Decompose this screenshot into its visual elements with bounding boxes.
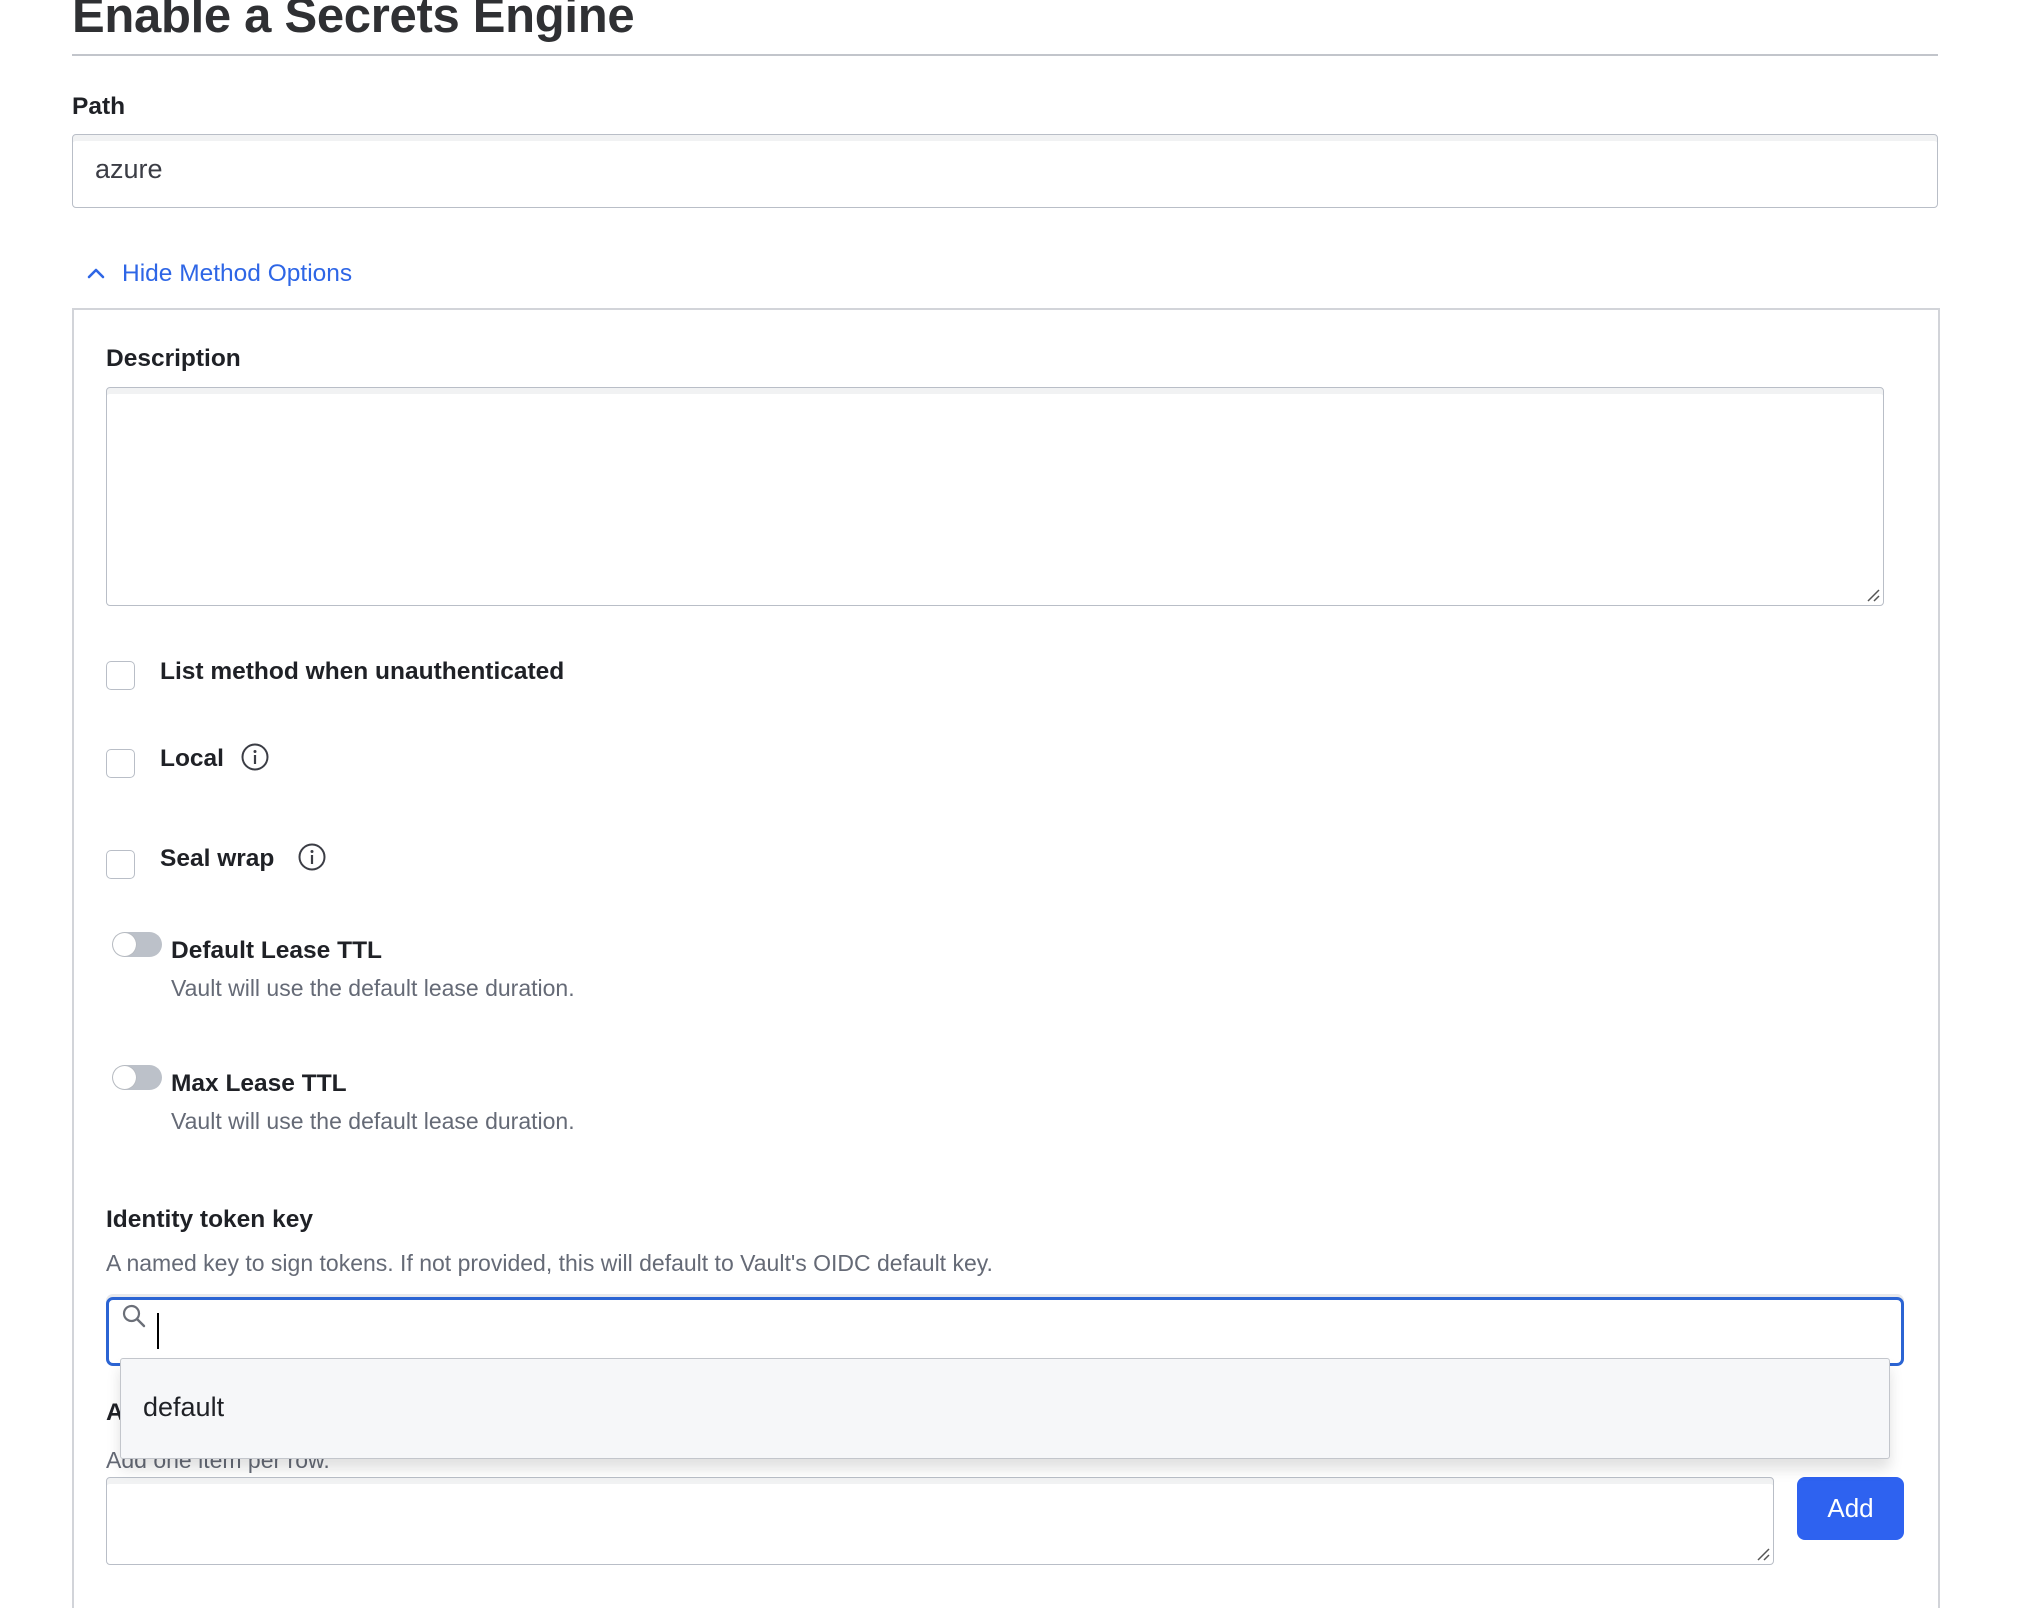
description-textarea[interactable] [106, 387, 1884, 606]
list-item-textarea[interactable] [106, 1477, 1774, 1565]
info-icon[interactable] [240, 742, 270, 772]
identity-token-key-search-input[interactable] [106, 1297, 1904, 1366]
max-lease-ttl-toggle[interactable] [112, 1065, 162, 1090]
page-title: Enable a Secrets Engine [72, 0, 635, 43]
path-input-value[interactable]: azure [95, 154, 163, 185]
seal-wrap-checkbox[interactable] [106, 850, 135, 879]
identity-token-key-help: A named key to sign tokens. If not provi… [106, 1250, 993, 1276]
dropdown-option-default[interactable]: default [143, 1392, 224, 1423]
resize-handle-icon[interactable] [1754, 1545, 1770, 1561]
text-cursor [157, 1313, 159, 1349]
max-lease-ttl-help: Vault will use the default lease duratio… [171, 1108, 575, 1134]
add-button[interactable]: Add [1797, 1477, 1904, 1540]
default-lease-ttl-label: Default Lease TTL [171, 937, 383, 964]
title-divider [72, 54, 1938, 56]
description-label: Description [106, 345, 241, 372]
path-input[interactable] [72, 134, 1938, 208]
list-unauthenticated-checkbox[interactable] [106, 661, 135, 690]
identity-token-key-label: Identity token key [106, 1206, 313, 1233]
identity-token-key-dropdown: default [120, 1358, 1890, 1459]
default-lease-ttl-toggle[interactable] [112, 932, 162, 957]
seal-wrap-label: Seal wrap [160, 845, 275, 872]
info-icon[interactable] [297, 842, 327, 872]
path-label: Path [72, 93, 126, 120]
chevron-up-icon [87, 268, 105, 279]
resize-handle-icon[interactable] [1864, 586, 1880, 602]
hide-method-options-button[interactable]: Hide Method Options [84, 260, 352, 288]
default-lease-ttl-help: Vault will use the default lease duratio… [171, 975, 575, 1001]
local-label: Local [160, 745, 224, 772]
list-unauthenticated-label: List method when unauthenticated [160, 658, 565, 685]
local-checkbox[interactable] [106, 749, 135, 778]
max-lease-ttl-label: Max Lease TTL [171, 1070, 347, 1097]
hide-method-options-label: Hide Method Options [122, 260, 353, 287]
search-icon [122, 1304, 146, 1328]
